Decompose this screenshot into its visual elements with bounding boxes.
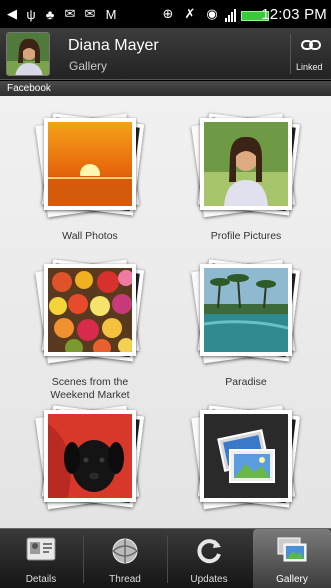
contact-subtitle: Gallery [69, 59, 108, 73]
signal-icon [225, 8, 239, 22]
bluetooth-icon: ✗ [184, 6, 196, 21]
linked-label: Linked [296, 62, 323, 72]
album-thumbnail[interactable] [191, 405, 301, 510]
tab-updates-label: Updates [190, 574, 228, 585]
album-item[interactable] [176, 396, 316, 528]
album-label: Paradise [225, 376, 267, 388]
album-grid[interactable]: Wall Photos Profile Pictures Scenes from… [0, 96, 331, 528]
album-label: Wall Photos [62, 230, 118, 242]
status-bar: ◀ ψ ♣ ✉ ✉ M ⊕ ✗ ◉ 12:03 PM [0, 0, 331, 28]
album-thumbnail[interactable] [35, 405, 145, 510]
status-time: 12:03 PM [261, 6, 327, 23]
contact-card-icon [26, 537, 56, 561]
gmail-icon: M [105, 6, 117, 22]
tab-details-label: Details [25, 574, 57, 585]
album-thumbnail[interactable] [35, 259, 145, 364]
tab-thread-label: Thread [109, 574, 141, 585]
album-item[interactable]: Wall Photos [20, 104, 160, 250]
album-item[interactable]: Profile Pictures [176, 104, 316, 250]
wifi-icon: ◉ [206, 6, 218, 21]
link-icon [301, 40, 321, 50]
tab-gallery[interactable]: Gallery [253, 529, 331, 588]
usb-icon: ψ [26, 6, 36, 22]
contact-header: Diana Mayer Gallery Linked [0, 28, 331, 80]
avatar[interactable] [6, 32, 50, 76]
album-thumbnail[interactable] [35, 113, 145, 218]
album-item[interactable]: Paradise [176, 250, 316, 396]
tab-bar: Details Thread Updates Gallery [0, 528, 331, 588]
gallery-icon [277, 537, 307, 562]
thread-icon [112, 538, 138, 564]
section-label: Facebook [0, 81, 331, 96]
contact-name: Diana Mayer [68, 37, 159, 54]
album-thumbnail[interactable] [191, 113, 301, 218]
album-thumbnail[interactable] [191, 259, 301, 364]
tab-details[interactable]: Details [0, 529, 82, 588]
mail-icon: ✉ [64, 6, 76, 21]
album-item[interactable]: Scenes from the Weekend Market [20, 250, 160, 401]
tab-updates[interactable]: Updates [168, 529, 250, 588]
debug-icon: ♣ [45, 6, 55, 22]
refresh-icon [197, 539, 221, 564]
gps-icon: ⊕ [162, 6, 174, 21]
linked-button[interactable]: Linked [291, 28, 331, 80]
album-item[interactable] [20, 396, 160, 528]
app-icon: ◀ [7, 6, 17, 21]
mail-icon: ✉ [84, 6, 96, 21]
tab-gallery-label: Gallery [276, 574, 308, 585]
tab-thread[interactable]: Thread [84, 529, 166, 588]
gallery-icon [204, 414, 288, 498]
album-label: Profile Pictures [210, 230, 282, 242]
